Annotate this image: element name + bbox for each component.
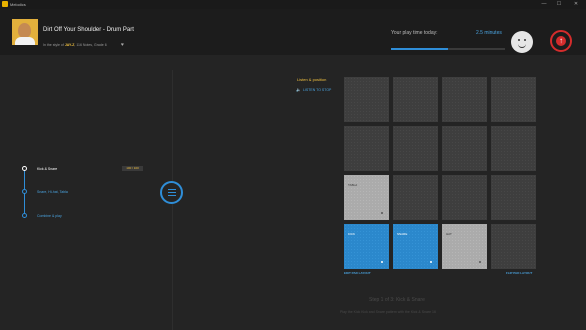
step-caption: Step 1 of 3: Kick & Snare bbox=[369, 297, 425, 303]
meta-suffix: , 116 Notes, Grade 6 bbox=[74, 43, 107, 47]
step-1-dot[interactable] bbox=[22, 166, 27, 171]
pad-marker-icon bbox=[381, 212, 383, 214]
drum-pad[interactable] bbox=[442, 77, 487, 122]
app-logo-icon bbox=[2, 1, 8, 7]
score-badge: 100 / 100 bbox=[122, 166, 143, 171]
close-button[interactable]: ✕ bbox=[570, 0, 582, 9]
upload-button[interactable]: ↑ bbox=[550, 30, 572, 52]
step-2-label[interactable]: Snare, Hi-hat, Tabla bbox=[37, 190, 68, 194]
drum-pad[interactable] bbox=[393, 175, 438, 220]
step-1-label[interactable]: Kick & Snare bbox=[37, 167, 57, 171]
heart-icon[interactable]: ♥ bbox=[121, 42, 124, 48]
step-2-dot[interactable] bbox=[22, 189, 27, 194]
drum-pad-label: KICK bbox=[348, 232, 356, 236]
drum-pad[interactable]: SNARE bbox=[393, 224, 438, 269]
album-art bbox=[12, 19, 38, 45]
pad-marker-icon bbox=[381, 261, 383, 263]
playtime-progress-fill bbox=[391, 48, 448, 50]
step-3-label[interactable]: Combine & play bbox=[37, 214, 62, 218]
drum-pad[interactable] bbox=[491, 77, 536, 122]
minimize-button[interactable]: — bbox=[538, 0, 550, 9]
drum-pad-label: SNARE bbox=[397, 232, 408, 236]
drum-pad[interactable] bbox=[491, 126, 536, 171]
drum-pad[interactable] bbox=[393, 126, 438, 171]
drum-pad-label: TABLA bbox=[348, 183, 358, 187]
drum-pad[interactable]: HAT bbox=[442, 224, 487, 269]
app-name: Melodics bbox=[10, 2, 26, 7]
playtime-progress-bar bbox=[391, 48, 505, 50]
drum-pad[interactable] bbox=[442, 126, 487, 171]
song-title: Dirt Off Your Shoulder - Drum Part bbox=[43, 27, 134, 33]
drum-pad-label: HAT bbox=[446, 232, 452, 236]
speaker-icon: 🔈 bbox=[296, 87, 301, 92]
drum-pad[interactable] bbox=[344, 77, 389, 122]
drum-pad[interactable] bbox=[491, 224, 536, 269]
arrow-up-icon: ↑ bbox=[556, 36, 566, 46]
pad-marker-icon bbox=[430, 261, 432, 263]
artist-name: JAY-Z bbox=[64, 43, 75, 47]
step-3-dot[interactable] bbox=[22, 213, 27, 218]
drum-pad[interactable] bbox=[393, 77, 438, 122]
listen-title: Listen & position bbox=[297, 77, 327, 82]
pad-marker-icon bbox=[479, 261, 481, 263]
drum-pad[interactable]: KICK bbox=[344, 224, 389, 269]
flip-pad-layout-link[interactable]: FLIP PAD LAYOUT bbox=[506, 271, 532, 275]
drum-pad[interactable] bbox=[491, 175, 536, 220]
listen-stop-label: LISTEN TO STOP bbox=[302, 88, 332, 92]
smiley-face-icon bbox=[511, 31, 533, 53]
song-meta: In the style of JAY-Z, 116 Notes, Grade … bbox=[43, 43, 107, 47]
lesson-header: Dirt Off Your Shoulder - Drum Part In th… bbox=[0, 9, 586, 55]
drum-pad[interactable] bbox=[344, 126, 389, 171]
step-list-button[interactable] bbox=[160, 181, 183, 204]
drum-pad[interactable]: TABLA bbox=[344, 175, 389, 220]
step-instruction: Play the Kick Kick and Snare pattern wit… bbox=[340, 310, 436, 314]
listen-stop-button[interactable]: 🔈 LISTEN TO STOP bbox=[296, 87, 331, 92]
edit-pad-layout-link[interactable]: EDIT PAD LAYOUT bbox=[344, 271, 371, 275]
maximize-button[interactable]: ☐ bbox=[553, 0, 565, 9]
meta-prefix: In the style of bbox=[43, 43, 64, 47]
playtime-label: Your play time today: bbox=[391, 30, 438, 36]
drum-pad[interactable] bbox=[442, 175, 487, 220]
title-bar: Melodics — ☐ ✕ bbox=[0, 0, 586, 9]
playtime-value: 2.5 minutes bbox=[476, 30, 502, 36]
